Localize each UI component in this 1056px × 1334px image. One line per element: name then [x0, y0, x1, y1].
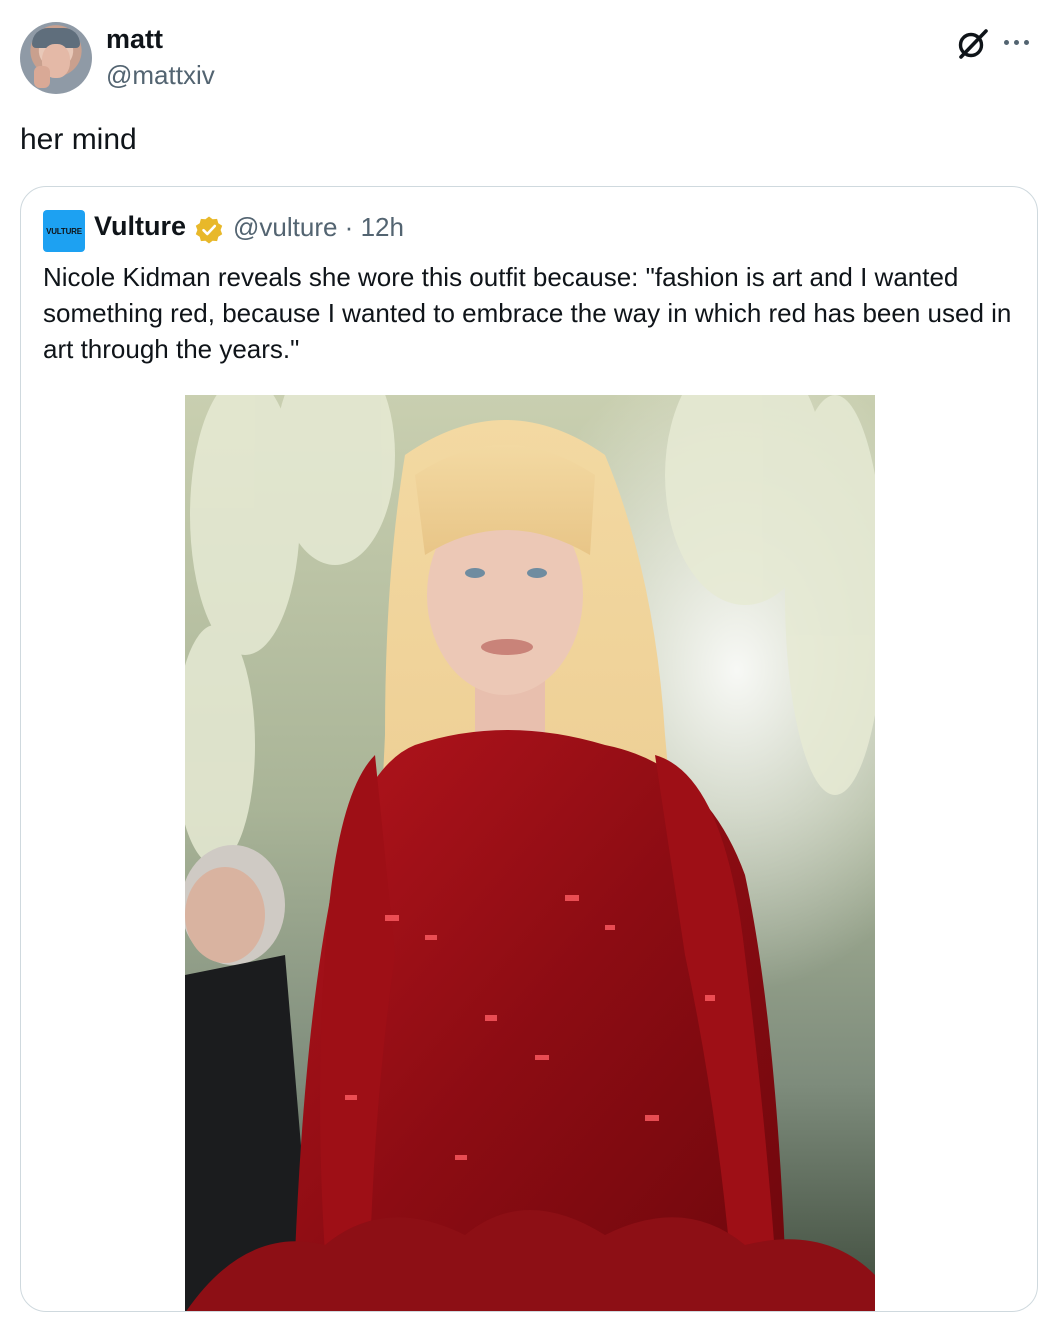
- more-dot: [1024, 39, 1029, 45]
- verified-badge-icon: [195, 216, 223, 244]
- author-display-name[interactable]: matt: [106, 24, 163, 55]
- quoted-display-name[interactable]: Vulture: [94, 211, 186, 242]
- quoted-photo[interactable]: [185, 395, 875, 1311]
- quoted-meta: @vulture · 12h: [233, 212, 404, 243]
- quoted-time[interactable]: 12h: [361, 212, 404, 242]
- photo-illustration: [185, 395, 875, 1311]
- author-handle[interactable]: @mattxiv: [106, 60, 215, 91]
- more-dot: [1004, 39, 1009, 45]
- grok-icon[interactable]: [955, 26, 991, 62]
- vulture-logo[interactable]: VULTURE: [43, 210, 85, 252]
- more-icon[interactable]: [1004, 34, 1038, 50]
- author-avatar[interactable]: [20, 22, 92, 94]
- quoted-handle[interactable]: @vulture: [233, 212, 337, 242]
- tweet-text: her mind: [20, 123, 137, 156]
- more-dot: [1014, 39, 1019, 45]
- quoted-tweet-card[interactable]: VULTURE Vulture @vulture · 12h Nicole Ki…: [20, 186, 1038, 1312]
- vulture-logo-text: VULTURE: [46, 226, 82, 236]
- meta-separator: ·: [344, 212, 354, 242]
- quoted-text: Nicole Kidman reveals she wore this outf…: [43, 262, 1012, 364]
- avatar-hand: [34, 66, 50, 88]
